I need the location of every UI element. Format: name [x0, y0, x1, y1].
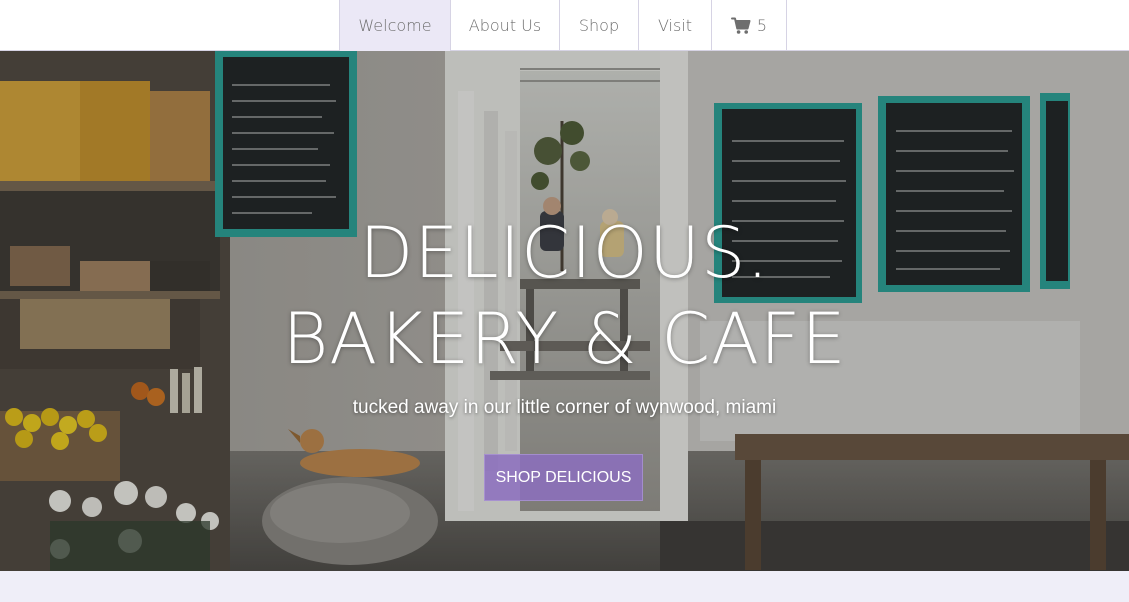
nav-item-welcome[interactable]: Welcome — [340, 0, 451, 51]
cart-icon — [730, 17, 751, 35]
top-navigation: Welcome About Us Shop Visit 5 — [0, 0, 1129, 51]
hero-title-line1: DELICIOUS. — [359, 212, 770, 294]
nav-item-label: Welcome — [358, 16, 432, 35]
nav-item-label: Visit — [657, 16, 693, 35]
nav-item-visit[interactable]: Visit — [639, 0, 712, 51]
nav-item-about-us[interactable]: About Us — [451, 0, 560, 51]
cart-count: 5 — [756, 16, 768, 35]
nav-item-label: About Us — [468, 16, 542, 35]
nav-menu: Welcome About Us Shop Visit 5 — [339, 0, 787, 51]
shop-delicious-button[interactable]: SHOP DELICIOUS — [484, 454, 643, 501]
page-bottom-band — [0, 571, 1129, 602]
hero-section: DELICIOUS. BAKERY & CAFE tucked away in … — [0, 51, 1129, 571]
nav-item-shop[interactable]: Shop — [560, 0, 639, 51]
nav-cart-button[interactable]: 5 — [712, 0, 787, 51]
hero-tagline: tucked away in our little corner of wynw… — [352, 397, 777, 418]
hero-title-line2: BAKERY & CAFE — [282, 298, 847, 380]
nav-item-label: Shop — [578, 16, 620, 35]
shop-delicious-button-label: SHOP DELICIOUS — [495, 468, 632, 486]
hero-title: DELICIOUS. BAKERY & CAFE — [0, 213, 1129, 385]
